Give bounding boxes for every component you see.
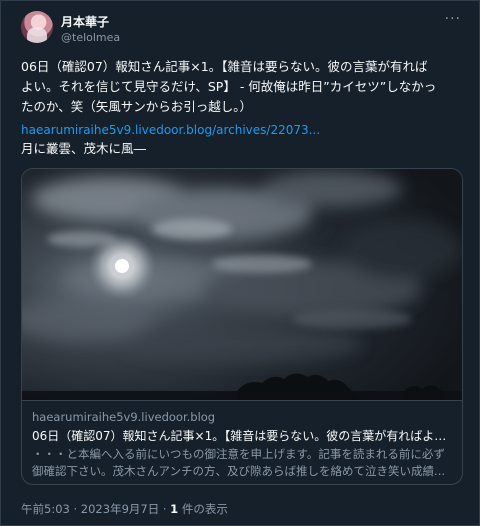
tweet-link[interactable]: haearumiraihe5v9.livedoor.blog/archives/… [21, 121, 461, 139]
card-title: 06日（確認07）報知さん記事×1。【雑音は要らない。彼の言葉が有ればよい... [32, 429, 452, 443]
more-horizontal-icon[interactable]: ··· [445, 11, 461, 27]
views-label: 件の表示 [178, 502, 228, 516]
author-handle[interactable]: @telolmea [61, 31, 120, 44]
views-count[interactable]: 1 [170, 502, 178, 516]
author-name[interactable]: 月本華子 [61, 13, 109, 30]
link-card[interactable]: haearumiraihe5v9.livedoor.blog 06日（確認07）… [21, 168, 463, 485]
tweet-time[interactable]: 午前5:03 [21, 502, 70, 516]
separator: · [159, 502, 171, 516]
card-domain: haearumiraihe5v9.livedoor.blog [32, 410, 216, 424]
tweet-date[interactable]: 2023年9月7日 [81, 502, 159, 516]
tweet-text: 06日（確認07）報知さん記事×1。【雑音は要らない。彼の言葉が有れば よい。そ… [21, 57, 461, 117]
tweet-container: 月本華子 @telolmea ··· 06日（確認07）報知さん記事×1。【雑音… [0, 0, 480, 526]
avatar[interactable] [21, 11, 53, 43]
tweet-text-tail: 月に叢雲、茂木に風― [21, 141, 147, 156]
moon-clouds-image [22, 169, 462, 400]
card-description-line: ・・・と本編へ入る前にいつもの御注意を申上げます。記事を読まれる前に必ず [32, 447, 445, 461]
card-image-moon-clouds[interactable] [22, 169, 462, 400]
tweet-text-line: 06日（確認07）報知さん記事×1。【雑音は要らない。彼の言葉が有れば [21, 59, 428, 74]
card-meta[interactable]: haearumiraihe5v9.livedoor.blog 06日（確認07）… [22, 400, 462, 484]
tweet-header: 月本華子 @telolmea ··· [21, 11, 469, 51]
card-description: ・・・と本編へ入る前にいつもの御注意を申上げます。記事を読まれる前に必ず 御確認… [32, 446, 452, 480]
tweet-text-line: よい。それを信じて見守るだけ、SP】 - 何故俺は昨日”カイセツ”しなかっ [21, 79, 437, 94]
separator: · [69, 502, 81, 516]
card-description-line: 御確認下さい。茂木さんアンチの方、及び隙あらば推しを絡めて泣き笑い成績... [32, 464, 446, 478]
tweet-text-line: たのか、笑（矢風サンからお引っ越し。） [21, 99, 253, 114]
tweet-footer: 午前5:03 · 2023年9月7日 · 1 件の表示 [21, 501, 228, 517]
